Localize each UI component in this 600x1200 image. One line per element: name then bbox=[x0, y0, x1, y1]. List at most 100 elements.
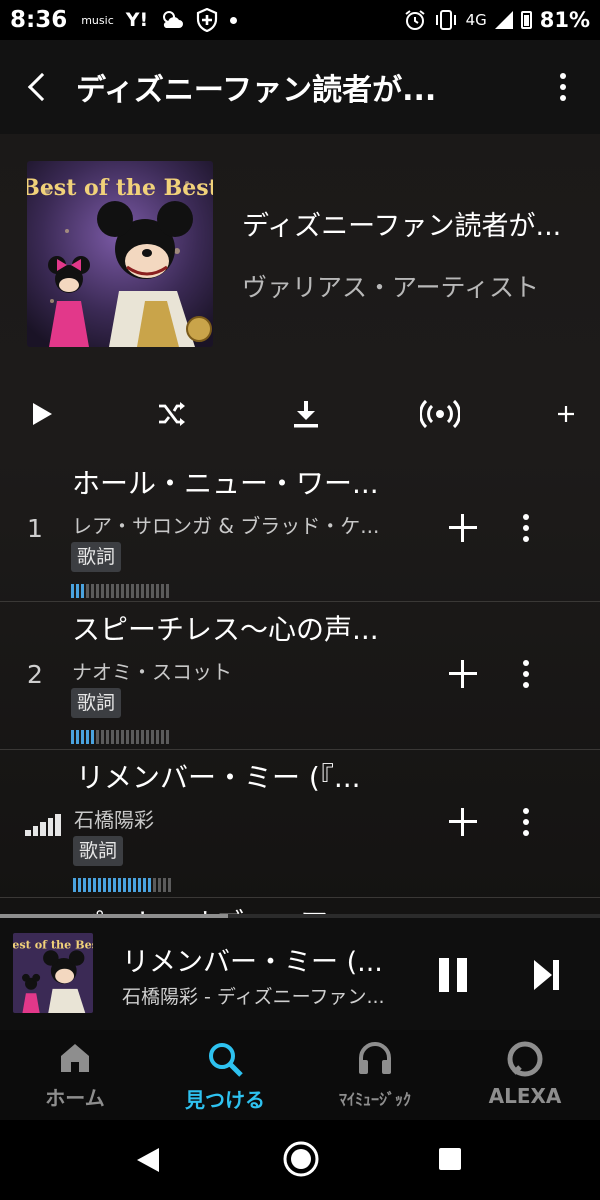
dot bbox=[523, 536, 529, 542]
album-art: Best of the Best bbox=[27, 161, 213, 347]
track-title: スピーチレス～心の声... bbox=[72, 613, 379, 646]
download-icon bbox=[294, 401, 318, 428]
next-track-button[interactable] bbox=[532, 958, 562, 992]
home-circle-icon[interactable] bbox=[282, 1140, 320, 1178]
lyrics-badge: 歌詞 bbox=[71, 542, 122, 572]
meter-bar bbox=[126, 584, 129, 598]
clock: 8:36 bbox=[10, 7, 68, 33]
meter-bar bbox=[168, 878, 171, 892]
meter-bar bbox=[121, 730, 124, 744]
weather-icon bbox=[163, 11, 184, 28]
meter-bar bbox=[78, 878, 81, 892]
shield-icon bbox=[197, 8, 218, 32]
meter-bar bbox=[96, 584, 99, 598]
nav-home[interactable]: ホーム bbox=[0, 1030, 150, 1120]
track-row-now-playing[interactable]: リメンバー・ミー (『... 石橋陽彩 歌詞 bbox=[0, 750, 600, 898]
add-to-playlist-button[interactable] bbox=[544, 392, 588, 436]
meter-bar bbox=[138, 878, 141, 892]
meter-bar bbox=[91, 730, 94, 744]
meter-bar bbox=[111, 730, 114, 744]
meter-bar bbox=[76, 730, 79, 744]
nav-find[interactable]: 見つける bbox=[150, 1030, 300, 1120]
back-button[interactable] bbox=[0, 40, 76, 134]
meter-bar bbox=[98, 878, 101, 892]
dot bbox=[523, 682, 529, 688]
meter-bar bbox=[96, 730, 99, 744]
dot bbox=[560, 95, 566, 101]
album-artist[interactable]: ヴァリアス・アーティスト bbox=[242, 268, 539, 304]
meter-bar bbox=[136, 584, 139, 598]
track-number: 1 bbox=[27, 514, 43, 543]
nav-alexa[interactable]: ALEXA bbox=[450, 1030, 600, 1120]
track-more-button[interactable] bbox=[516, 805, 536, 839]
recents-square-icon[interactable] bbox=[438, 1147, 462, 1171]
dot-icon bbox=[230, 16, 238, 24]
nav-label: 見つける bbox=[185, 1088, 265, 1112]
player-track-subtitle: 石橋陽彩 - ディズニーファン... bbox=[122, 986, 385, 1008]
track-more-button[interactable] bbox=[516, 511, 536, 545]
meter-bar bbox=[101, 584, 104, 598]
page-title: ディズニーファン読者が... bbox=[76, 73, 437, 108]
track-more-button[interactable] bbox=[516, 657, 536, 691]
track-title: パート・オブ・ユア... bbox=[76, 902, 416, 914]
broadcast-button[interactable] bbox=[418, 392, 462, 436]
meter-bar bbox=[136, 730, 139, 744]
add-track-button[interactable] bbox=[446, 805, 480, 839]
app-header: ディズニーファン読者が... bbox=[0, 40, 600, 134]
album-cover[interactable]: Best of the Best bbox=[27, 161, 213, 347]
meter-bar bbox=[161, 730, 164, 744]
meter-bar bbox=[108, 878, 111, 892]
back-triangle-icon[interactable] bbox=[135, 1146, 161, 1174]
meter-bar bbox=[166, 584, 169, 598]
search-icon bbox=[209, 1043, 243, 1077]
mini-cover-title: Best of the Best bbox=[13, 938, 93, 951]
album-actions bbox=[0, 374, 600, 454]
track-row[interactable]: 1 ホール・ニュー・ワー... レア・サロンガ & ブラッド・ケ... 歌詞 bbox=[0, 454, 600, 602]
loudness-meter bbox=[71, 730, 169, 744]
meter-bar bbox=[88, 878, 91, 892]
cover-title: Best of the Best bbox=[27, 175, 213, 201]
more-options-button[interactable] bbox=[538, 57, 588, 117]
meter-bar bbox=[166, 730, 169, 744]
mini-player[interactable]: Best of the Best リメンバー・ミー (... 石橋陽彩 - ディ… bbox=[0, 918, 600, 1030]
meter-bar bbox=[111, 584, 114, 598]
alarm-icon bbox=[404, 10, 425, 30]
vibrate-icon bbox=[435, 10, 456, 30]
now-playing-icon bbox=[25, 814, 61, 836]
alexa-icon bbox=[507, 1041, 543, 1077]
download-button[interactable] bbox=[284, 392, 328, 436]
pause-button[interactable] bbox=[438, 958, 468, 992]
dot bbox=[523, 830, 529, 836]
meter-bar bbox=[131, 730, 134, 744]
nav-my-music[interactable]: ﾏｲﾐｭｰｼﾞｯｸ bbox=[300, 1030, 450, 1120]
shuffle-button[interactable] bbox=[150, 392, 194, 436]
meter-bar bbox=[123, 878, 126, 892]
meter-bar bbox=[86, 730, 89, 744]
track-title: ホール・ニュー・ワー... bbox=[72, 467, 379, 500]
track-artist: ナオミ・スコット bbox=[72, 660, 232, 684]
mini-player-cover: Best of the Best bbox=[13, 933, 93, 1013]
meter-bar bbox=[141, 584, 144, 598]
play-icon bbox=[33, 403, 52, 425]
track-row[interactable]: パート・オブ・ユア... bbox=[0, 898, 600, 914]
meter-bar bbox=[156, 584, 159, 598]
track-row[interactable]: 2 スピーチレス～心の声... ナオミ・スコット 歌詞 bbox=[0, 602, 600, 750]
shuffle-icon bbox=[159, 402, 185, 426]
play-button[interactable] bbox=[20, 392, 64, 436]
add-track-button[interactable] bbox=[446, 511, 480, 545]
meter-bar bbox=[116, 584, 119, 598]
meter-bar bbox=[143, 878, 146, 892]
meter-bar bbox=[163, 878, 166, 892]
add-track-button[interactable] bbox=[446, 657, 480, 691]
skip-next-icon bbox=[534, 960, 559, 990]
home-icon bbox=[61, 1044, 89, 1072]
chevron-left-icon bbox=[27, 72, 57, 102]
nav-label: ホーム bbox=[45, 1086, 105, 1110]
lyrics-badge: 歌詞 bbox=[71, 688, 122, 718]
meter-bar bbox=[81, 730, 84, 744]
player-track-title: リメンバー・ミー (... bbox=[122, 947, 383, 978]
meter-bar bbox=[153, 878, 156, 892]
nav-label: ALEXA bbox=[488, 1084, 562, 1108]
yahoo-icon: Y! bbox=[125, 9, 149, 31]
dot bbox=[523, 660, 529, 666]
